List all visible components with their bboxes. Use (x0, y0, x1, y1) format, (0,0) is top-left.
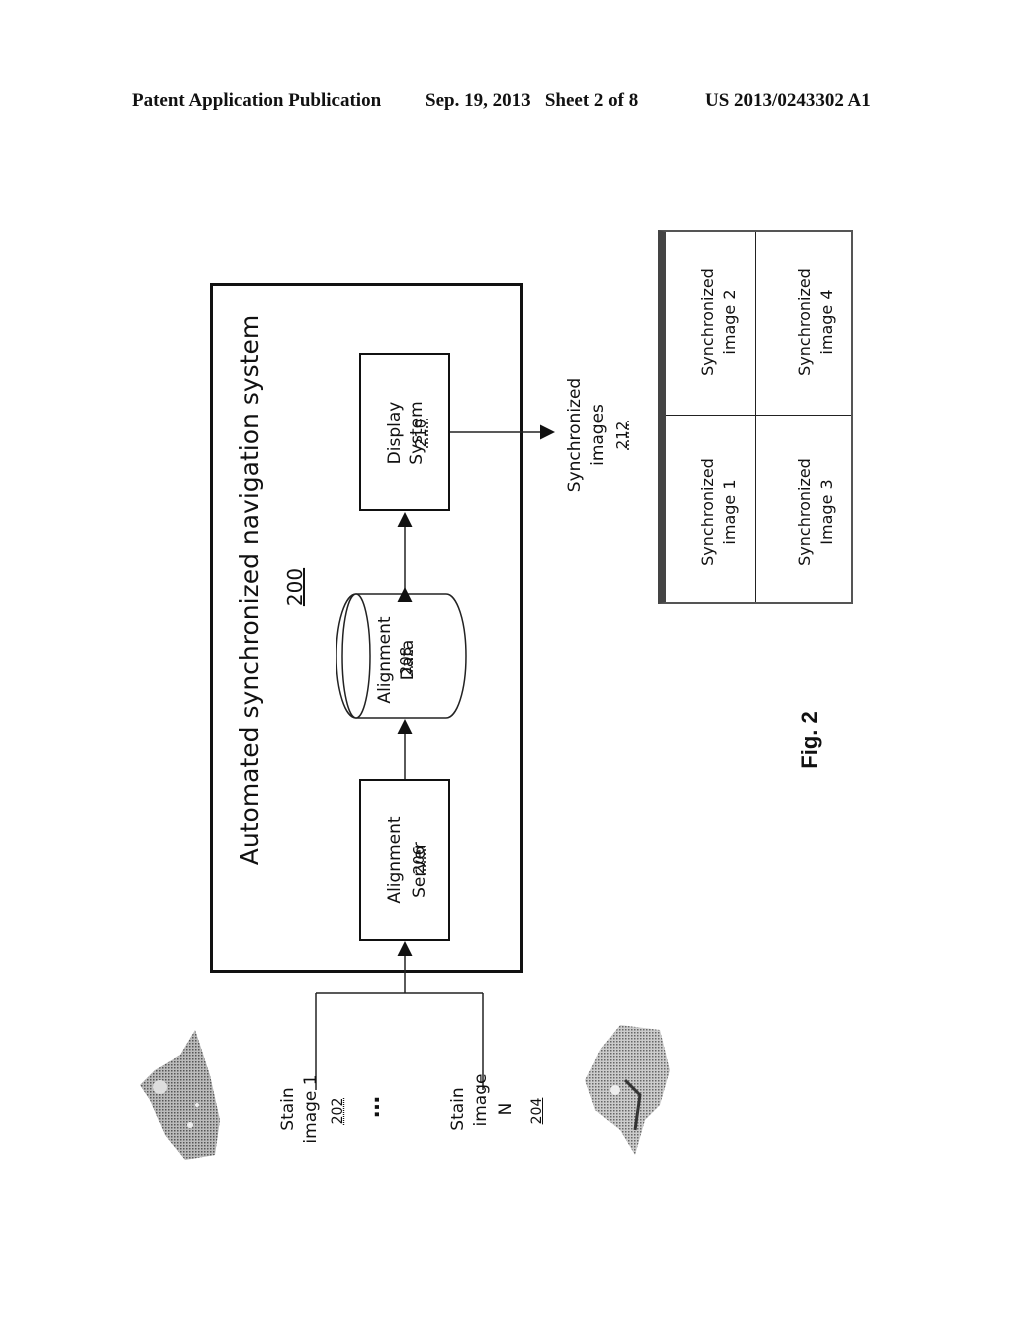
stain-image-n-ref: 204 (529, 1097, 545, 1125)
grid-cell-4-line1: Synchronized (795, 268, 814, 376)
stain-image-1-thumbnail (140, 1030, 220, 1160)
stain-image-n-line2: image (471, 1073, 491, 1127)
stain-image-1-line2: image 1 (301, 1074, 321, 1144)
sync-images-ref: 212 (613, 420, 631, 450)
stain-image-n-line1: Stain (448, 1087, 468, 1131)
grid-cell-4-line2: image 4 (817, 289, 836, 355)
grid-cell-1-line1: Synchronized (698, 458, 717, 566)
grid-divider-h (666, 415, 851, 416)
publication-label: Patent Application Publication (132, 90, 382, 111)
grid-cell-2-line1: Synchronized (698, 268, 717, 376)
grid-cell-2-line2: image 2 (720, 289, 739, 355)
stain-image-1-line1: Stain (278, 1087, 298, 1131)
alignment-data-ref: 208 (397, 646, 415, 676)
stain-image-n-line3: N (496, 1102, 516, 1116)
alignment-server-ref: 206 (410, 845, 428, 875)
stain-image-n-thumbnail (585, 1025, 670, 1155)
date-sheet: Sep. 19, 2013 Sheet 2 of 8 (425, 90, 639, 111)
system-title: Automated synchronized navigation system (235, 314, 264, 866)
grid-cell-3-line1: Synchronized (795, 458, 814, 566)
grid-divider-v (755, 232, 756, 602)
system-ref: 200 (283, 567, 307, 607)
grid-cell-1-line2: image 1 (720, 479, 739, 545)
figure-label: Fig. 2 (797, 711, 822, 769)
patent-number: US 2013/0243302 A1 (705, 90, 871, 111)
grid-cell-3-line2: Image 3 (817, 479, 836, 545)
display-system-ref: 210 (412, 418, 430, 448)
ellipsis: … (360, 1096, 385, 1118)
stain-image-1-ref: 202 (330, 1097, 346, 1125)
